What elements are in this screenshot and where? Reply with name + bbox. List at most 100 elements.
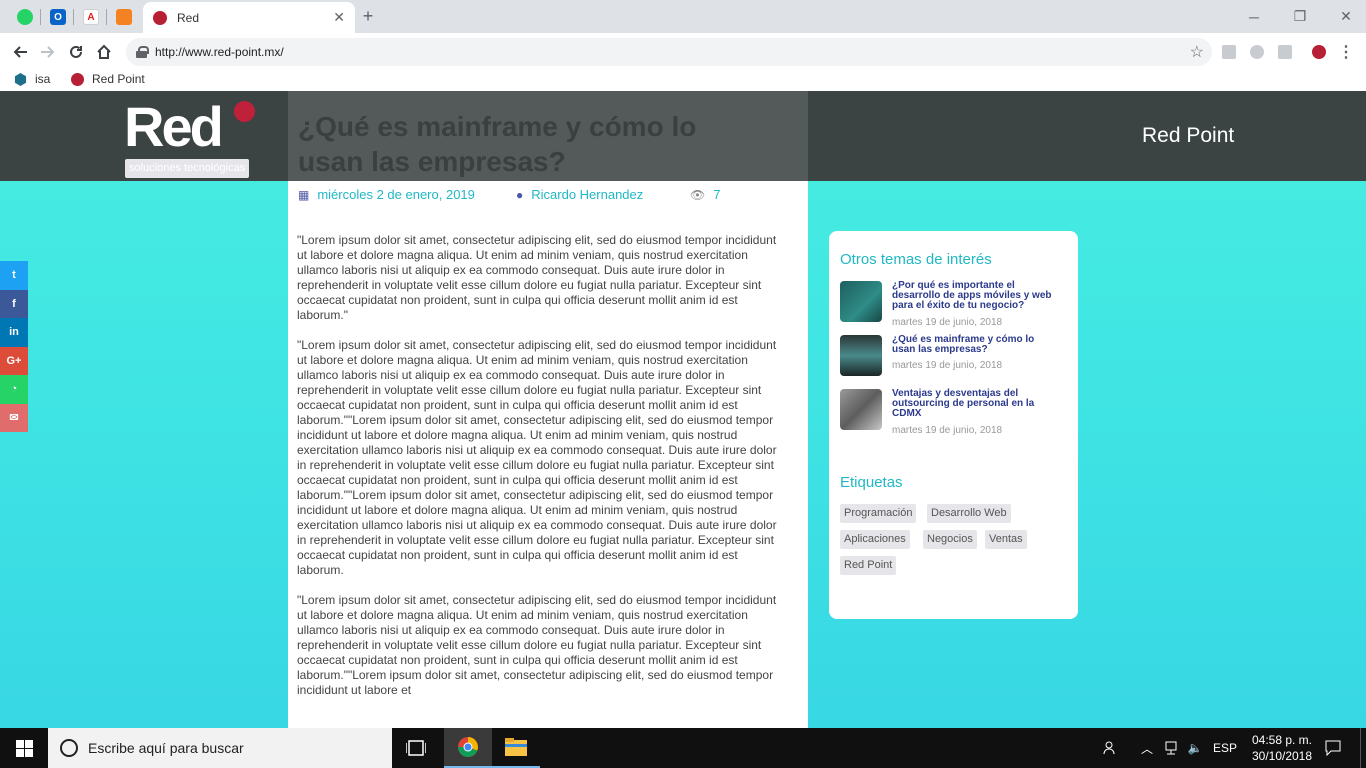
article-title: ¿Qué es mainframe y cómo lo usan las emp… <box>298 111 697 177</box>
task-view-icon <box>406 740 426 756</box>
post-title[interactable]: ¿Qué es mainframe y cómo lo usan las emp… <box>892 335 1057 355</box>
social-share-bar: t f in G+ ◔ ✉ <box>0 261 28 432</box>
tag-ventas[interactable]: Ventas <box>985 530 1027 549</box>
site-brand[interactable]: Red Point <box>1142 124 1234 148</box>
minimize-button[interactable]: ─ <box>1231 0 1277 33</box>
article-paragraph: "Lorem ipsum dolor sit amet, consectetur… <box>297 233 777 322</box>
circle-extension-icon[interactable] <box>1250 45 1264 59</box>
browser-tab-bar: O A Red ✕ + ─ ❐ ✕ <box>0 0 1366 33</box>
author-text: Ricardo Hernandez <box>531 187 644 202</box>
show-desktop-button[interactable] <box>1360 728 1366 768</box>
views-count: 7 <box>713 187 721 202</box>
post-date: martes 19 de junio, 2018 <box>892 317 1003 328</box>
taskbar-search[interactable]: Escribe aquí para buscar <box>48 728 392 768</box>
file-explorer-taskbar-button[interactable] <box>492 728 540 768</box>
address-bar[interactable]: http://www.red-point.mx/ ☆ <box>126 38 1212 66</box>
reload-button[interactable] <box>64 40 88 64</box>
bookmark-red-point[interactable]: Red Point <box>71 72 145 86</box>
linkedin-icon: in <box>9 326 19 339</box>
close-tab-icon[interactable]: ✕ <box>333 9 345 26</box>
pinned-tab-outlook[interactable]: O <box>43 5 73 29</box>
url-text[interactable]: http://www.red-point.mx/ <box>155 45 1190 59</box>
post-title[interactable]: Ventajas y desventajas del outsourcing d… <box>892 389 1057 419</box>
action-center-icon[interactable] <box>1318 728 1348 768</box>
user-icon: ● <box>516 187 524 202</box>
tag-aplicaciones[interactable]: Aplicaciones <box>840 530 910 549</box>
article-hero: ¿Qué es mainframe y cómo lo usan las emp… <box>288 91 808 181</box>
network-icon[interactable] <box>1160 728 1182 768</box>
logo-dot <box>234 101 255 122</box>
taskbar-clock[interactable]: 04:58 p. m. 30/10/2018 <box>1246 732 1318 764</box>
related-post[interactable]: Ventajas y desventajas del outsourcing d… <box>840 389 1070 436</box>
bookmark-isa[interactable]: isa <box>14 72 50 86</box>
start-button[interactable] <box>0 728 48 768</box>
restore-button[interactable]: ❐ <box>1277 0 1323 33</box>
windows-taskbar: Escribe aquí para buscar ︿ 🔈 ESP 04:58 p… <box>0 728 1366 768</box>
article-paragraph: "Lorem ipsum dolor sit amet, consectetur… <box>297 338 777 577</box>
red-favicon-icon <box>153 10 167 25</box>
twitter-share-button[interactable]: t <box>0 261 28 290</box>
dropbox-extension-icon[interactable] <box>1222 45 1236 59</box>
whatsapp-icon: ◔ <box>10 383 18 396</box>
cortana-icon <box>60 739 78 757</box>
outlook-app-icon: O <box>50 9 66 25</box>
facebook-share-button[interactable]: f <box>0 289 28 318</box>
email-share-button[interactable]: ✉ <box>0 403 28 432</box>
clock-date: 30/10/2018 <box>1251 749 1313 763</box>
task-view-button[interactable] <box>392 728 440 768</box>
bookmark-star-icon[interactable]: ☆ <box>1190 42 1204 62</box>
site-logo[interactable]: Red soluciones tecnológicas <box>124 97 264 178</box>
linkedin-share-button[interactable]: in <box>0 318 28 347</box>
pinned-tab-cube[interactable] <box>109 5 139 29</box>
related-post[interactable]: ¿Por qué es importante el desarrollo de … <box>840 281 1070 328</box>
notification-glyph <box>1325 740 1341 756</box>
calendar-icon: ▦ <box>298 187 310 202</box>
home-button[interactable] <box>92 40 116 64</box>
related-post[interactable]: ¿Qué es mainframe y cómo lo usan las emp… <box>840 335 1070 379</box>
related-heading: Otros temas de interés <box>840 251 992 268</box>
forward-button[interactable] <box>36 40 60 64</box>
volume-icon[interactable]: 🔈 <box>1184 728 1206 768</box>
pinned-tab-whatsapp[interactable] <box>10 5 40 29</box>
profile-avatar[interactable] <box>1312 45 1326 59</box>
chevron-up-icon[interactable]: ︿ <box>1138 728 1156 768</box>
people-icon[interactable] <box>1100 728 1122 768</box>
whatsapp-app-icon <box>17 9 33 25</box>
chrome-taskbar-button[interactable] <box>444 728 492 768</box>
page-viewport: Red soluciones tecnológicas Red Point ¿Q… <box>0 91 1366 728</box>
whatsapp-share-button[interactable]: ◔ <box>0 375 28 404</box>
tags-heading: Etiquetas <box>840 474 903 491</box>
language-indicator[interactable]: ESP <box>1210 728 1240 768</box>
back-button[interactable] <box>8 40 32 64</box>
sidebar: Otros temas de interés ¿Por qué es impor… <box>829 231 1078 619</box>
bookmark-label: isa <box>35 72 51 86</box>
red-favicon-icon <box>71 72 84 86</box>
post-date: martes 19 de junio, 2018 <box>892 425 1003 436</box>
google-plus-share-button[interactable]: G+ <box>0 346 28 375</box>
tag-negocios[interactable]: Negocios <box>923 530 977 549</box>
folder-icon <box>505 738 527 756</box>
new-tab-button[interactable]: + <box>358 6 378 26</box>
close-window-button[interactable]: ✕ <box>1323 0 1366 33</box>
home-icon <box>97 44 111 59</box>
tag-programacion[interactable]: Programación <box>840 504 917 523</box>
post-thumbnail[interactable] <box>840 281 882 322</box>
google-plus-icon: G+ <box>6 354 22 367</box>
chrome-icon <box>458 737 478 757</box>
twitter-icon: t <box>12 269 16 282</box>
tag-desarrollo-web[interactable]: Desarrollo Web <box>927 504 1011 523</box>
post-thumbnail[interactable] <box>840 389 882 430</box>
eye-icon: 👁 <box>690 187 706 202</box>
pinned-tab-adobe[interactable]: A <box>76 5 106 29</box>
tag-red-point[interactable]: Red Point <box>840 556 897 575</box>
bag-extension-icon[interactable] <box>1278 45 1292 59</box>
post-date: martes 19 de junio, 2018 <box>892 360 1003 371</box>
article-author[interactable]: ● Ricardo Hernandez <box>516 187 643 202</box>
forward-arrow-icon <box>41 46 55 58</box>
cube-app-icon <box>116 9 132 25</box>
menu-kebab-icon[interactable]: ⋮ <box>1334 40 1358 64</box>
post-thumbnail[interactable] <box>840 335 882 376</box>
post-title[interactable]: ¿Por qué es importante el desarrollo de … <box>892 281 1057 311</box>
active-tab[interactable]: Red ✕ <box>143 2 355 33</box>
back-arrow-icon <box>13 46 27 58</box>
